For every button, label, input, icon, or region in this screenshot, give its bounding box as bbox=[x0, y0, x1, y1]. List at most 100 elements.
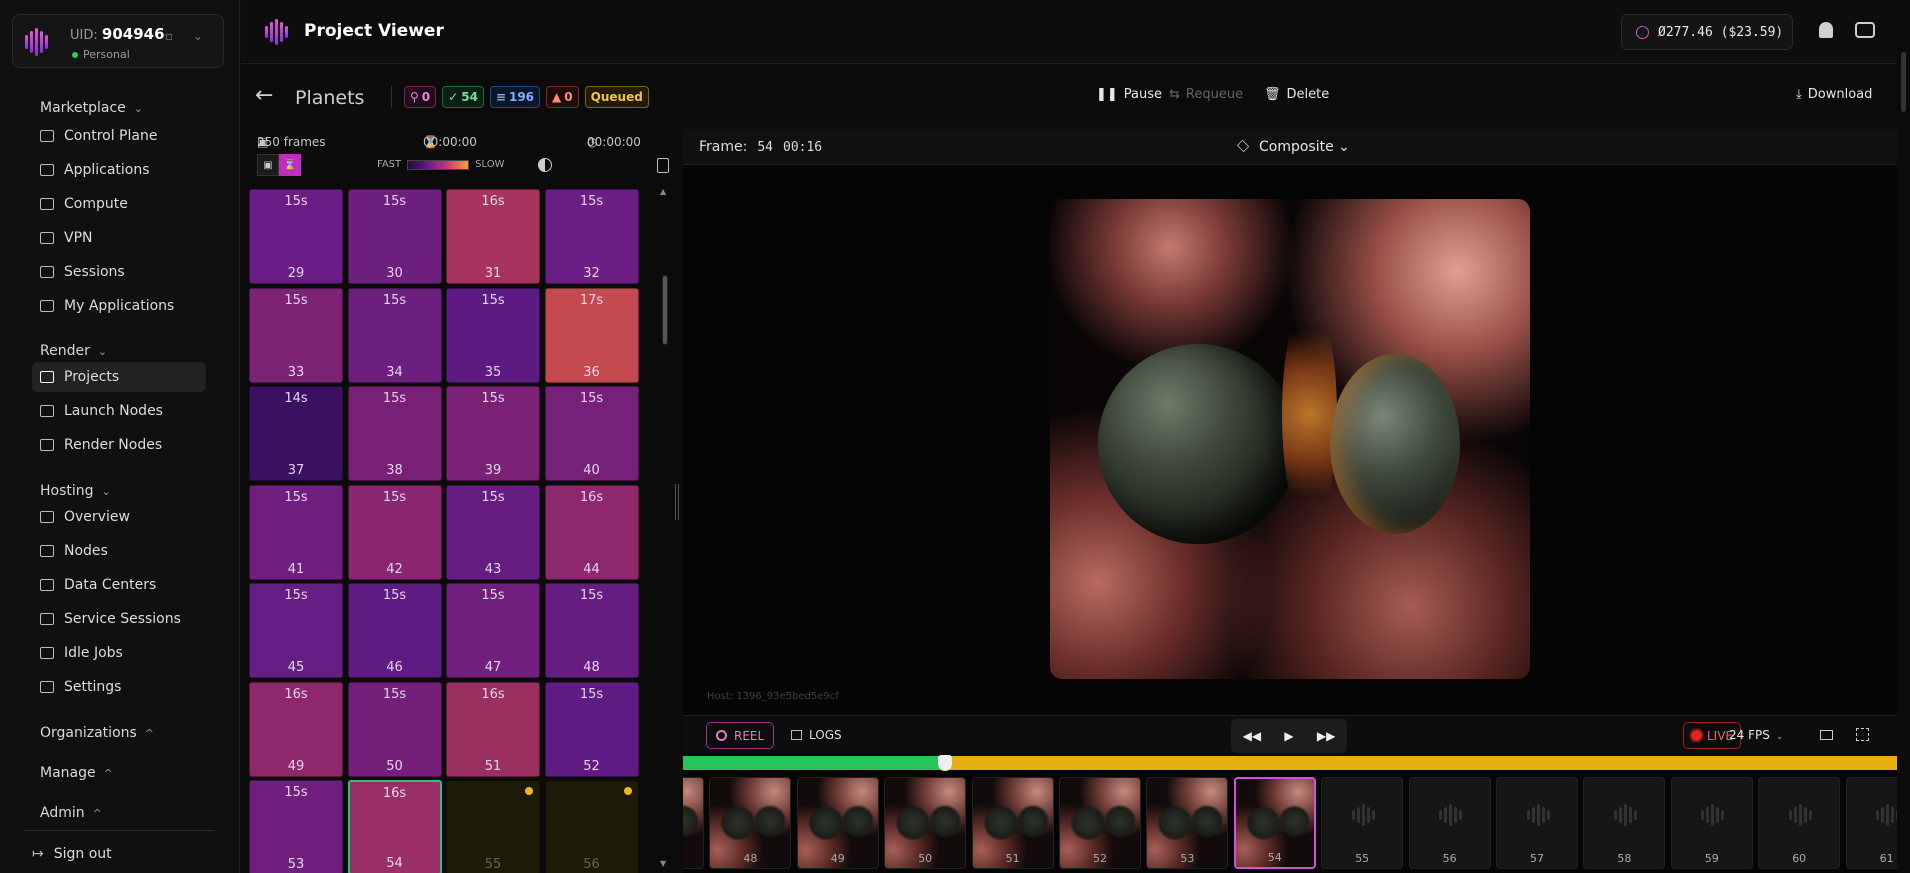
frame-time: 15s bbox=[284, 588, 308, 603]
scroll-down-icon[interactable]: ▼ bbox=[660, 859, 666, 868]
reel-button[interactable]: REEL bbox=[706, 722, 775, 749]
fps-select[interactable]: 24 FPS ⌄ bbox=[1729, 728, 1783, 742]
frame-tile[interactable]: 15s 45 bbox=[249, 583, 343, 678]
frame-thumbnail[interactable]: 58 bbox=[1583, 777, 1666, 869]
scrollbar-thumb[interactable] bbox=[662, 275, 668, 345]
nav-section-admin[interactable]: Admin ^ bbox=[40, 805, 102, 821]
frame-tile[interactable]: 16s 44 bbox=[544, 484, 639, 580]
fast-forward-icon[interactable]: ▶▶ bbox=[1317, 729, 1335, 743]
timeline-scrubber[interactable] bbox=[683, 755, 1897, 771]
file-export-icon[interactable] bbox=[657, 158, 669, 173]
frame-thumbnail[interactable]: 57 bbox=[1496, 777, 1578, 869]
frame-thumbnail[interactable]: 54 bbox=[1233, 777, 1316, 869]
account-chevron-icon[interactable]: ▫ ⌄ bbox=[165, 29, 211, 43]
frame-tile[interactable]: 17s 36 bbox=[544, 287, 639, 383]
frame-tile[interactable]: 15s 53 bbox=[249, 780, 343, 873]
panel-resize-handle[interactable] bbox=[675, 484, 679, 520]
frame-tile[interactable]: 15s 48 bbox=[544, 583, 639, 678]
bell-icon[interactable] bbox=[1819, 22, 1833, 38]
frame-thumbnail[interactable]: 51 bbox=[971, 777, 1054, 869]
nav-section-render[interactable]: Render ⌄ bbox=[40, 343, 107, 359]
sidebar-item-launch-nodes[interactable]: Launch Nodes bbox=[32, 396, 206, 426]
sidebar-item-applications[interactable]: Applications bbox=[32, 155, 206, 185]
frame-tile[interactable]: 15s 29 bbox=[249, 189, 343, 284]
scrollbar-thumb[interactable] bbox=[1901, 52, 1906, 112]
sidebar-item-my-applications[interactable]: My Applications bbox=[32, 291, 206, 321]
sidebar-item-sessions[interactable]: Sessions bbox=[32, 257, 206, 287]
sidebar-item-compute[interactable]: Compute bbox=[32, 189, 206, 219]
frame-time: 15s bbox=[382, 489, 407, 505]
frame-thumbnail[interactable]: 60 bbox=[1758, 777, 1841, 869]
rewind-icon[interactable]: ◀◀ bbox=[1243, 729, 1261, 743]
time-view-button[interactable]: ⌛ bbox=[279, 154, 301, 176]
frame-tile[interactable]: 16s 51 bbox=[446, 681, 540, 777]
nav-section-hosting[interactable]: Hosting ⌄ bbox=[40, 483, 111, 499]
running-count-badge: ⚲ 0 bbox=[404, 86, 437, 108]
frame-thumbnail[interactable]: 49 bbox=[796, 777, 879, 869]
sidebar-item-service-sessions[interactable]: Service Sessions bbox=[32, 604, 206, 634]
frame-thumbnail[interactable]: 59 bbox=[1670, 777, 1753, 869]
frame-tile[interactable]: 16s 49 bbox=[249, 681, 343, 777]
image-view-button[interactable]: ▣ bbox=[257, 154, 279, 176]
frame-tile[interactable]: 15s 52 bbox=[544, 681, 639, 777]
frame-thumbnail[interactable]: 47 bbox=[683, 777, 704, 869]
play-icon[interactable]: ▶ bbox=[1284, 729, 1293, 743]
frame-thumbnail[interactable]: 55 bbox=[1321, 777, 1404, 869]
grid-scrollbar[interactable] bbox=[661, 191, 669, 871]
delete-button[interactable]: 🗑 Delete bbox=[1264, 87, 1329, 102]
frame-tile[interactable]: 15s 33 bbox=[249, 287, 343, 383]
frame-tile[interactable]: 55 bbox=[446, 780, 540, 873]
sidebar-item-vpn[interactable]: VPN bbox=[32, 223, 206, 253]
chat-icon[interactable] bbox=[1855, 22, 1875, 38]
balance-badge[interactable]: Ø277.46 ($23.59) bbox=[1621, 14, 1793, 50]
frame-tile[interactable]: 15s 43 bbox=[446, 484, 540, 580]
download-button[interactable]: ⤓ Download bbox=[1796, 87, 1872, 102]
timeline-handle[interactable] bbox=[938, 755, 953, 771]
frame-tile[interactable]: 15s 47 bbox=[446, 583, 540, 678]
back-arrow-icon[interactable]: ← bbox=[255, 83, 273, 108]
sidebar-item-overview[interactable]: Overview bbox=[32, 502, 206, 532]
frame-tile[interactable]: 15s 41 bbox=[249, 484, 343, 580]
frame-tile[interactable]: 15s 46 bbox=[347, 583, 442, 678]
placeholder-logo-icon bbox=[1787, 802, 1813, 828]
aspect-icon[interactable] bbox=[1820, 730, 1833, 740]
frame-tile[interactable]: 15s 35 bbox=[446, 287, 540, 383]
sidebar-item-render-nodes[interactable]: Render Nodes bbox=[32, 430, 206, 460]
frame-tile[interactable]: 15s 32 bbox=[544, 189, 639, 284]
frame-thumbnail[interactable]: 50 bbox=[884, 777, 967, 869]
layer-select[interactable]: Composite ⌄ bbox=[1236, 139, 1350, 155]
pause-button[interactable]: ❚❚ Pause bbox=[1096, 87, 1162, 102]
frame-thumbnail[interactable]: 52 bbox=[1059, 777, 1141, 869]
frame-thumbnail[interactable]: 48 bbox=[709, 777, 792, 869]
frame-tile[interactable]: 15s 42 bbox=[347, 484, 442, 580]
frame-tile[interactable]: 56 bbox=[544, 780, 639, 873]
nav-section-manage[interactable]: Manage ^ bbox=[40, 765, 113, 781]
frame-tile[interactable]: 15s 50 bbox=[347, 681, 442, 777]
frame-tile[interactable]: 15s 38 bbox=[347, 386, 442, 481]
sidebar-item-idle-jobs[interactable]: Idle Jobs bbox=[32, 638, 206, 668]
nav-section-marketplace[interactable]: Marketplace ⌄ bbox=[40, 100, 143, 116]
sidebar-item-settings[interactable]: Settings bbox=[32, 672, 206, 702]
sidebar-item-data-centers[interactable]: Data Centers bbox=[32, 570, 206, 600]
fullscreen-icon[interactable] bbox=[1856, 728, 1869, 741]
frame-thumbnail[interactable]: 53 bbox=[1146, 777, 1229, 869]
frame-tile[interactable]: 15s 39 bbox=[446, 386, 540, 481]
frame-thumbnail[interactable]: 61 bbox=[1845, 777, 1897, 869]
page-scrollbar[interactable] bbox=[1897, 0, 1910, 873]
frame-thumbnail[interactable]: 56 bbox=[1408, 777, 1491, 869]
frame-tile[interactable]: 16s 54 bbox=[347, 780, 442, 873]
frame-tile[interactable]: 16s 31 bbox=[446, 189, 540, 284]
frame-tile[interactable]: 15s 30 bbox=[347, 189, 442, 284]
sidebar-item-projects[interactable]: Projects bbox=[32, 362, 206, 392]
frame-tile[interactable]: 15s 34 bbox=[347, 287, 442, 383]
frame-tile[interactable]: 15s 40 bbox=[544, 386, 639, 481]
sidebar-item-nodes[interactable]: Nodes bbox=[32, 536, 206, 566]
frame-tile[interactable]: 14s 37 bbox=[249, 386, 343, 481]
nav-section-organizations[interactable]: Organizations ^ bbox=[40, 725, 154, 741]
sidebar-item-control-plane[interactable]: Control Plane bbox=[32, 121, 206, 151]
account-switcher[interactable]: UID: 904946 Personal ▫ ⌄ bbox=[12, 14, 224, 68]
requeue-button[interactable]: ⇆ Requeue bbox=[1169, 87, 1243, 102]
sign-out-link[interactable]: ↦ Sign out bbox=[32, 846, 112, 862]
logs-button[interactable]: LOGS bbox=[791, 728, 842, 742]
contrast-icon[interactable] bbox=[538, 158, 552, 172]
